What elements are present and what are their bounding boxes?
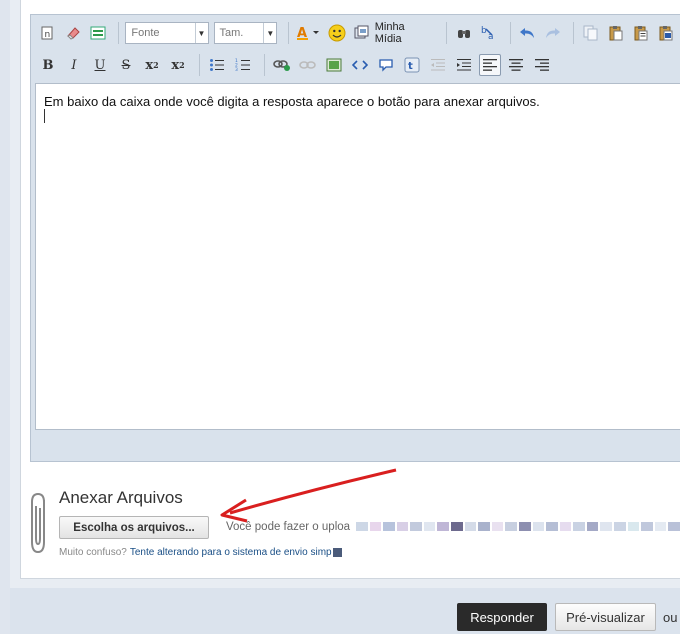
toolbar-separator <box>199 54 200 76</box>
quote-icon[interactable] <box>375 54 397 76</box>
upload-hint-text: Você pode fazer o uploa <box>226 521 351 533</box>
subscript-index: 2 <box>153 60 159 70</box>
unlink-icon[interactable] <box>297 54 319 76</box>
reply-textarea[interactable]: Em baixo da caixa onde você digita a res… <box>35 83 680 430</box>
svg-text:t: t <box>408 61 413 72</box>
page-background <box>0 0 10 634</box>
outdent-icon[interactable] <box>427 54 449 76</box>
bold-button[interactable]: B <box>37 54 59 76</box>
subscript-button[interactable]: x2 <box>141 54 163 76</box>
editor-toolbar-bottom: B I U S x2 x2 123 t <box>31 51 680 79</box>
font-select-value: Fonte <box>131 27 160 39</box>
pixelated-redaction <box>356 521 680 532</box>
simple-upload-hint: Muito confuso? Tente alterando para o sis… <box>59 547 342 558</box>
indent-icon[interactable] <box>453 54 475 76</box>
superscript-index: 2 <box>179 60 185 70</box>
align-left-icon[interactable] <box>479 54 501 76</box>
choose-files-button[interactable]: Escolha os arquivos... <box>59 516 209 539</box>
binoculars-icon[interactable] <box>453 22 474 44</box>
redo-icon[interactable] <box>542 22 563 44</box>
size-select[interactable]: Tam. ▼ <box>213 22 278 44</box>
undo-icon[interactable] <box>517 22 538 44</box>
toolbar-separator <box>118 22 120 44</box>
numbered-list-icon[interactable]: 123 <box>232 54 254 76</box>
svg-text:n: n <box>45 30 51 40</box>
preview-button[interactable]: Pré-visualizar <box>555 603 656 631</box>
reply-text: Em baixo da caixa onde você digita a res… <box>44 94 540 109</box>
link-icon[interactable] <box>271 54 293 76</box>
simple-uploader-link[interactable]: Tente alterando para o sistema de envio … <box>130 547 332 558</box>
toolbar-separator <box>573 22 575 44</box>
remove-format-icon[interactable]: n <box>37 22 58 44</box>
my-media-button[interactable]: Minha Mídia <box>375 21 433 45</box>
rich-text-editor: n Fonte ▼ Tam. ▼ A Minha Mídia b a B I U… <box>30 14 680 462</box>
italic-button[interactable]: I <box>63 54 85 76</box>
eraser-icon[interactable] <box>62 22 83 44</box>
twitter-icon[interactable]: t <box>401 54 423 76</box>
respond-button[interactable]: Responder <box>457 603 547 631</box>
chevron-down-icon: ▼ <box>194 23 208 43</box>
paste-icon[interactable] <box>605 22 626 44</box>
pixelated-redaction <box>332 547 342 557</box>
strikethrough-button[interactable]: S <box>115 54 137 76</box>
size-select-value: Tam. <box>219 27 244 39</box>
svg-text:3: 3 <box>235 67 238 72</box>
reply-footer: Responder Pré-visualizar ou <box>10 588 680 634</box>
toolbar-separator <box>446 22 448 44</box>
font-select[interactable]: Fonte ▼ <box>125 22 209 44</box>
underline-button[interactable]: U <box>89 54 111 76</box>
form-icon[interactable] <box>87 22 108 44</box>
image-icon[interactable] <box>323 54 345 76</box>
media-icon[interactable] <box>352 22 373 44</box>
paperclip-icon <box>30 492 50 559</box>
code-icon[interactable] <box>349 54 371 76</box>
smiley-icon[interactable] <box>326 22 347 44</box>
toolbar-separator <box>288 22 290 44</box>
attachments-title: Anexar Arquivos <box>59 488 183 507</box>
text-color-icon[interactable]: A <box>295 22 322 44</box>
attachments-section: Anexar Arquivos Escolha os arquivos... V… <box>30 488 680 568</box>
editor-toolbar-top: n Fonte ▼ Tam. ▼ A Minha Mídia b a <box>31 19 680 47</box>
toolbar-separator <box>264 54 265 76</box>
confused-prefix: Muito confuso? <box>59 547 127 558</box>
align-right-icon[interactable] <box>531 54 553 76</box>
subscript-glyph: x <box>145 57 154 73</box>
superscript-glyph: x <box>171 57 180 73</box>
toolbar-separator <box>509 22 511 44</box>
copy-icon[interactable] <box>580 22 601 44</box>
text-caret <box>44 109 45 123</box>
paste-word-icon[interactable] <box>656 22 677 44</box>
bullet-list-icon[interactable] <box>206 54 228 76</box>
paste-text-icon[interactable] <box>631 22 652 44</box>
or-text: ou <box>663 610 678 625</box>
svg-text:b: b <box>481 26 487 36</box>
superscript-button[interactable]: x2 <box>167 54 189 76</box>
chevron-down-icon: ▼ <box>263 23 276 43</box>
find-replace-icon[interactable]: ba <box>479 22 500 44</box>
align-center-icon[interactable] <box>505 54 527 76</box>
